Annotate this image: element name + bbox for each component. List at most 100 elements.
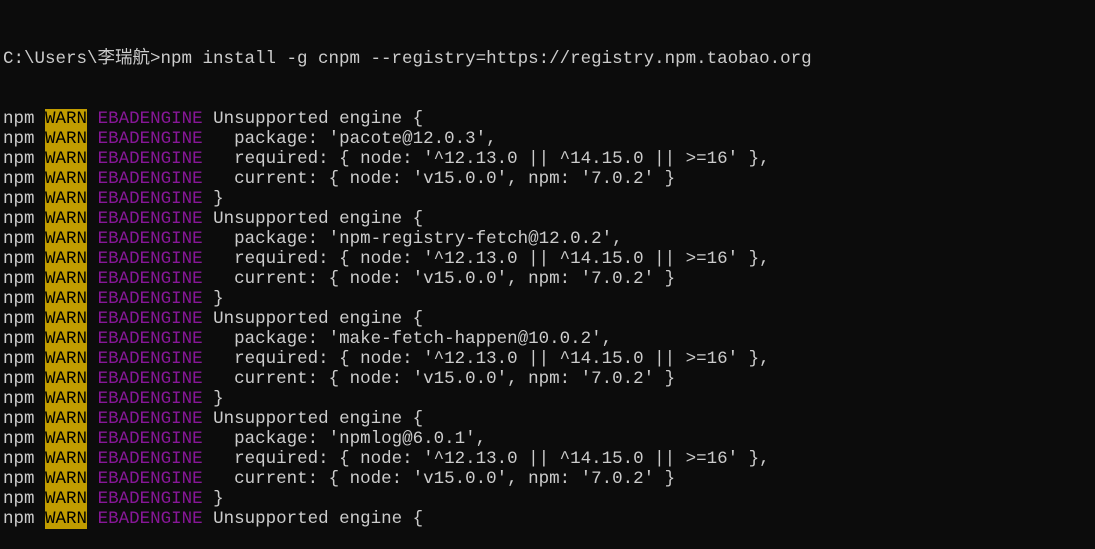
- error-code: EBADENGINE: [97, 309, 203, 329]
- log-line: npm WARN EBADENGINE Unsupported engine {: [3, 309, 1093, 329]
- error-code: EBADENGINE: [97, 329, 203, 349]
- warn-badge: WARN: [45, 429, 88, 449]
- npm-prefix: npm: [3, 369, 35, 389]
- log-message: package: 'make-fetch-happen@10.0.2',: [202, 329, 613, 349]
- log-line: npm WARN EBADENGINE current: { node: 'v1…: [3, 469, 1093, 489]
- npm-prefix: npm: [3, 129, 35, 149]
- error-code: EBADENGINE: [97, 509, 203, 529]
- warn-badge: WARN: [45, 129, 88, 149]
- error-code: EBADENGINE: [97, 109, 203, 129]
- warn-badge: WARN: [45, 309, 88, 329]
- log-message: current: { node: 'v15.0.0', npm: '7.0.2'…: [202, 469, 676, 489]
- log-line: npm WARN EBADENGINE Unsupported engine {: [3, 209, 1093, 229]
- npm-prefix: npm: [3, 409, 35, 429]
- warn-badge: WARN: [45, 329, 88, 349]
- error-code: EBADENGINE: [97, 229, 203, 249]
- log-line: npm WARN EBADENGINE package: 'npm-regist…: [3, 229, 1093, 249]
- log-line: npm WARN EBADENGINE }: [3, 489, 1093, 509]
- log-line: npm WARN EBADENGINE required: { node: '^…: [3, 149, 1093, 169]
- npm-prefix: npm: [3, 169, 35, 189]
- npm-prefix: npm: [3, 509, 35, 529]
- npm-prefix: npm: [3, 209, 35, 229]
- error-code: EBADENGINE: [97, 409, 203, 429]
- npm-prefix: npm: [3, 269, 35, 289]
- log-message: current: { node: 'v15.0.0', npm: '7.0.2'…: [202, 369, 676, 389]
- npm-prefix: npm: [3, 249, 35, 269]
- log-line: npm WARN EBADENGINE }: [3, 289, 1093, 309]
- log-message: current: { node: 'v15.0.0', npm: '7.0.2'…: [202, 169, 676, 189]
- log-line: npm WARN EBADENGINE required: { node: '^…: [3, 449, 1093, 469]
- log-message: required: { node: '^12.13.0 || ^14.15.0 …: [202, 349, 770, 369]
- warn-badge: WARN: [45, 469, 88, 489]
- error-code: EBADENGINE: [97, 249, 203, 269]
- npm-prefix: npm: [3, 489, 35, 509]
- log-message: package: 'pacote@12.0.3',: [202, 129, 497, 149]
- log-message: package: 'npm-registry-fetch@12.0.2',: [202, 229, 623, 249]
- warn-badge: WARN: [45, 449, 88, 469]
- log-message: Unsupported engine {: [202, 309, 424, 329]
- log-message: Unsupported engine {: [202, 509, 424, 529]
- log-line: npm WARN EBADENGINE }: [3, 189, 1093, 209]
- log-line: npm WARN EBADENGINE required: { node: '^…: [3, 349, 1093, 369]
- log-line: npm WARN EBADENGINE current: { node: 'v1…: [3, 369, 1093, 389]
- error-code: EBADENGINE: [97, 489, 203, 509]
- log-message: required: { node: '^12.13.0 || ^14.15.0 …: [202, 249, 770, 269]
- warn-badge: WARN: [45, 289, 88, 309]
- log-line: npm WARN EBADENGINE Unsupported engine {: [3, 109, 1093, 129]
- warn-badge: WARN: [45, 149, 88, 169]
- log-message: }: [202, 189, 224, 209]
- npm-prefix: npm: [3, 329, 35, 349]
- error-code: EBADENGINE: [97, 469, 203, 489]
- warn-badge: WARN: [45, 269, 88, 289]
- npm-log-lines: npm WARN EBADENGINE Unsupported engine {…: [3, 109, 1093, 529]
- warn-badge: WARN: [45, 369, 88, 389]
- log-line: npm WARN EBADENGINE required: { node: '^…: [3, 249, 1093, 269]
- terminal-output[interactable]: C:\Users\李瑞航>npm install -g cnpm --regis…: [3, 9, 1093, 549]
- warn-badge: WARN: [45, 109, 88, 129]
- log-line: npm WARN EBADENGINE current: { node: 'v1…: [3, 269, 1093, 289]
- log-line: npm WARN EBADENGINE Unsupported engine {: [3, 409, 1093, 429]
- warn-badge: WARN: [45, 509, 88, 529]
- error-code: EBADENGINE: [97, 129, 203, 149]
- error-code: EBADENGINE: [97, 209, 203, 229]
- error-code: EBADENGINE: [97, 449, 203, 469]
- error-code: EBADENGINE: [97, 349, 203, 369]
- log-message: package: 'npmlog@6.0.1',: [202, 429, 487, 449]
- warn-badge: WARN: [45, 349, 88, 369]
- warn-badge: WARN: [45, 249, 88, 269]
- log-line: npm WARN EBADENGINE }: [3, 389, 1093, 409]
- log-message: required: { node: '^12.13.0 || ^14.15.0 …: [202, 149, 770, 169]
- npm-prefix: npm: [3, 289, 35, 309]
- error-code: EBADENGINE: [97, 389, 203, 409]
- log-message: }: [202, 389, 224, 409]
- npm-prefix: npm: [3, 309, 35, 329]
- log-message: required: { node: '^12.13.0 || ^14.15.0 …: [202, 449, 770, 469]
- npm-prefix: npm: [3, 149, 35, 169]
- command-prompt-line: C:\Users\李瑞航>npm install -g cnpm --regis…: [3, 49, 812, 69]
- warn-badge: WARN: [45, 229, 88, 249]
- error-code: EBADENGINE: [97, 289, 203, 309]
- npm-prefix: npm: [3, 429, 35, 449]
- npm-prefix: npm: [3, 449, 35, 469]
- error-code: EBADENGINE: [97, 149, 203, 169]
- error-code: EBADENGINE: [97, 189, 203, 209]
- npm-prefix: npm: [3, 389, 35, 409]
- npm-prefix: npm: [3, 189, 35, 209]
- error-code: EBADENGINE: [97, 169, 203, 189]
- error-code: EBADENGINE: [97, 429, 203, 449]
- warn-badge: WARN: [45, 189, 88, 209]
- log-message: Unsupported engine {: [202, 409, 424, 429]
- npm-prefix: npm: [3, 349, 35, 369]
- npm-prefix: npm: [3, 229, 35, 249]
- error-code: EBADENGINE: [97, 269, 203, 289]
- warn-badge: WARN: [45, 489, 88, 509]
- log-message: Unsupported engine {: [202, 109, 424, 129]
- log-message: Unsupported engine {: [202, 209, 424, 229]
- log-line: npm WARN EBADENGINE package: 'make-fetch…: [3, 329, 1093, 349]
- warn-badge: WARN: [45, 409, 88, 429]
- log-line: npm WARN EBADENGINE Unsupported engine {: [3, 509, 1093, 529]
- error-code: EBADENGINE: [97, 369, 203, 389]
- log-message: current: { node: 'v15.0.0', npm: '7.0.2'…: [202, 269, 676, 289]
- warn-badge: WARN: [45, 169, 88, 189]
- log-message: }: [202, 489, 224, 509]
